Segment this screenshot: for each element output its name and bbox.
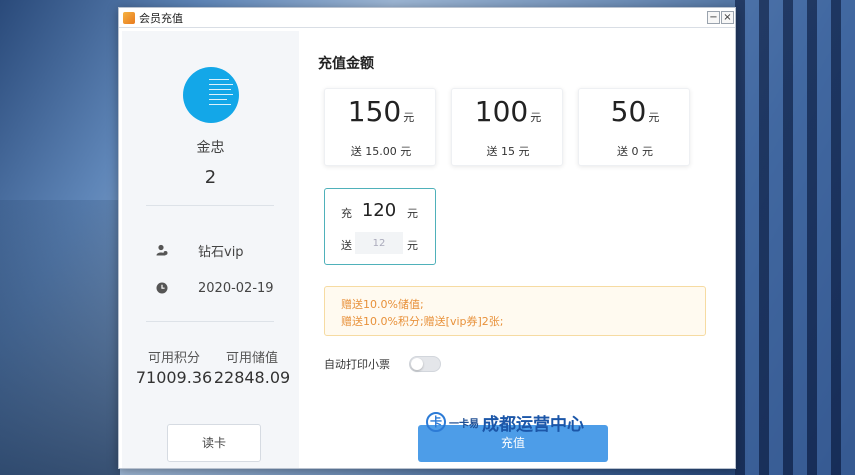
amount-value: 100 — [474, 95, 529, 128]
user-vip-icon — [156, 244, 168, 256]
avatar-detail — [209, 84, 233, 85]
logo-small-text: 一卡易 — [449, 418, 479, 430]
amount-option-50[interactable]: 50 元 送 0 元 — [578, 88, 690, 166]
read-card-button[interactable]: 读卡 — [167, 424, 261, 462]
toggle-knob — [411, 358, 423, 370]
divider — [146, 321, 274, 322]
divider — [146, 205, 274, 206]
amount-option-100[interactable]: 100 元 送 15 元 — [451, 88, 563, 166]
amount-bonus: 送 15 元 — [486, 145, 530, 158]
balance-value: 22848.09 — [213, 368, 291, 387]
member-date: 2020-02-19 — [198, 280, 274, 296]
amount-value: 150 — [347, 95, 402, 128]
recharge-window: 会员充值 − × 金忠 2 钻石vip 2020-02-19 可用积分 可用储值… — [118, 7, 736, 469]
avatar — [183, 67, 239, 123]
points-label: 可用积分 — [147, 351, 200, 366]
window-title: 会员充值 — [139, 11, 183, 25]
charge-label: 充 — [341, 207, 352, 220]
gift-unit: 元 — [407, 239, 418, 252]
amount-unit: 元 — [648, 111, 660, 124]
bonus-notice: 赠送10.0%储值; 赠送10.0%积分;赠送[vip券]2张; — [324, 286, 706, 336]
watermark-logo: 卡 一卡易 成都运营中心 — [426, 411, 596, 435]
points-value: 71009.36 — [135, 368, 213, 387]
date-row: 2020-02-19 — [156, 279, 286, 297]
avatar-detail — [209, 79, 229, 80]
amount-unit: 元 — [530, 111, 542, 124]
recharge-title: 充值金额 — [318, 56, 374, 72]
charge-unit: 元 — [407, 207, 418, 220]
app-icon — [123, 11, 135, 24]
card-type-row: 钻石vip — [156, 241, 286, 260]
amount-bonus: 送 15.00 元 — [350, 145, 412, 158]
amount-option-150[interactable]: 150 元 送 15.00 元 — [324, 88, 436, 166]
card-type: 钻石vip — [198, 244, 244, 260]
avatar-detail — [209, 89, 231, 90]
gift-amount-input[interactable] — [355, 232, 403, 254]
minimize-button[interactable]: − — [707, 11, 720, 24]
amount-bonus: 送 0 元 — [617, 145, 653, 158]
logo-mark: 卡 — [426, 412, 446, 432]
title-bar[interactable]: 会员充值 − × — [119, 8, 735, 28]
member-info-panel: 金忠 2 钻石vip 2020-02-19 可用积分 可用储值 71009.36… — [122, 31, 299, 468]
auto-print-toggle[interactable] — [409, 356, 441, 372]
recharge-panel: 充值金额 150 元 送 15.00 元 100 元 送 15 元 50 元 送 0 … — [299, 31, 735, 468]
close-button[interactable]: × — [721, 11, 734, 24]
gift-label: 送 — [341, 239, 352, 252]
custom-amount-card[interactable]: 充 元 送 元 — [324, 188, 436, 265]
member-level: 2 — [204, 167, 217, 188]
amount-value: 50 — [610, 95, 647, 128]
avatar-detail — [209, 99, 227, 100]
clock-icon — [156, 282, 168, 294]
notice-line: 赠送10.0%积分;赠送[vip券]2张; — [341, 315, 504, 328]
notice-line: 赠送10.0%储值; — [341, 298, 424, 311]
avatar-detail — [209, 104, 231, 105]
background-building-right — [735, 0, 855, 475]
balance-label: 可用储值 — [225, 351, 278, 366]
background-building-left — [0, 200, 120, 475]
auto-print-label: 自动打印小票 — [324, 358, 390, 371]
avatar-detail — [209, 94, 233, 95]
member-name: 金忠 — [196, 140, 225, 156]
charge-amount-input[interactable] — [355, 197, 403, 223]
logo-big-text: 成都运营中心 — [482, 414, 584, 435]
amount-unit: 元 — [403, 111, 415, 124]
